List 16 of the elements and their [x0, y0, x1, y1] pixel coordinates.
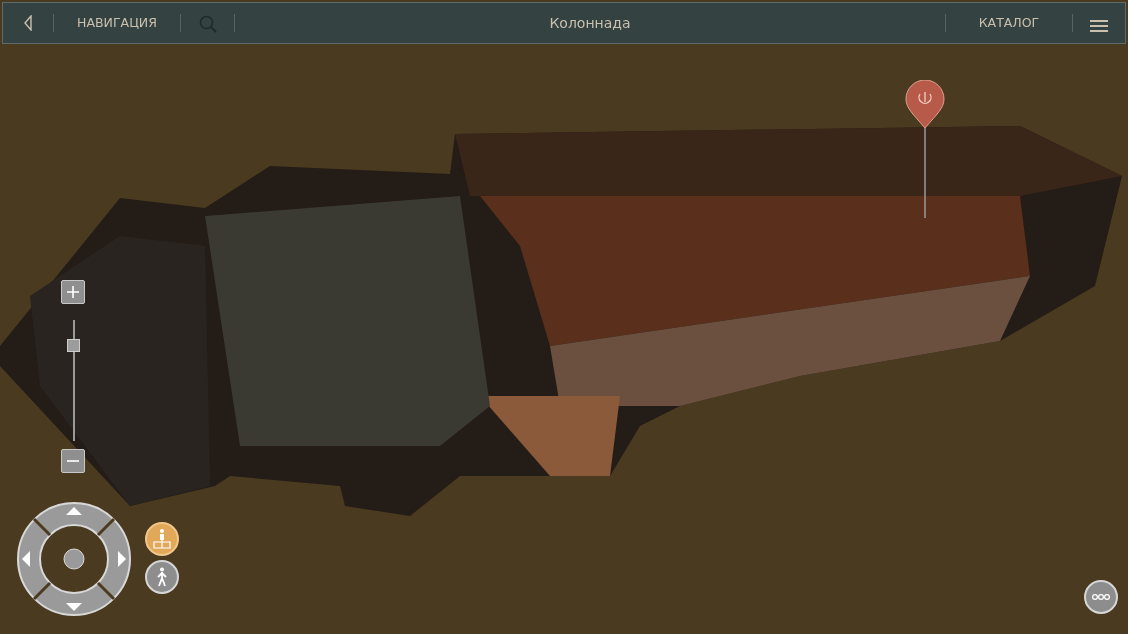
plus-icon [66, 285, 80, 299]
direction-pad[interactable] [16, 501, 132, 617]
map-pin-marker[interactable] [905, 80, 945, 218]
navigation-button[interactable]: НАВИГАЦИЯ [77, 13, 157, 33]
more-icon [1092, 593, 1110, 601]
zoom-out-button[interactable] [61, 449, 85, 473]
catalog-button[interactable]: КАТАЛОГ [978, 13, 1040, 33]
page-title: Колоннада [549, 13, 631, 33]
minus-icon [66, 459, 80, 463]
more-options-button[interactable] [1084, 580, 1118, 614]
walking-person-icon [155, 567, 169, 587]
walk-mode-button[interactable] [145, 560, 179, 594]
zoom-slider-thumb[interactable] [67, 339, 80, 353]
person-on-plan-icon [151, 528, 173, 550]
zoom-in-button[interactable] [61, 280, 85, 304]
overview-mode-button[interactable] [145, 522, 179, 556]
